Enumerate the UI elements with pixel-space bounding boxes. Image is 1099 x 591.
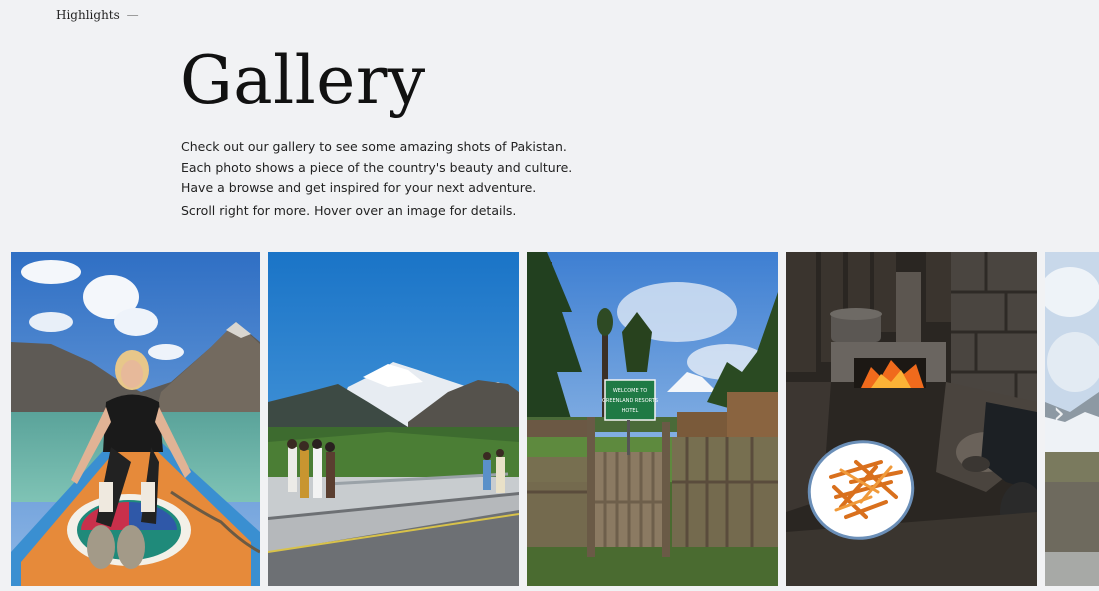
breadcrumb-separator: —	[126, 8, 139, 22]
page-title: Gallery	[180, 42, 426, 119]
gallery-strip[interactable]: WELCOME TO GREENLAND RESORTS HOTEL	[11, 252, 1099, 586]
gallery-image-hotel-gate[interactable]: WELCOME TO GREENLAND RESORTS HOTEL	[527, 252, 778, 586]
breadcrumb-label[interactable]: Highlights	[56, 8, 120, 22]
page-description: Check out our gallery to see some amazin…	[181, 139, 573, 195]
boat-lake-photo	[11, 252, 260, 586]
hotel-gate-photo: WELCOME TO GREENLAND RESORTS HOTEL	[527, 252, 778, 586]
svg-text:HOTEL: HOTEL	[622, 408, 639, 414]
gallery-image-boat-lake[interactable]	[11, 252, 260, 586]
svg-text:GREENLAND RESORTS: GREENLAND RESORTS	[602, 398, 658, 404]
gallery-image-stove-fries[interactable]	[786, 252, 1037, 586]
scroll-hint: Scroll right for more. Hover over an ima…	[181, 203, 517, 218]
stove-fries-photo	[786, 252, 1037, 586]
mountain-road-photo	[268, 252, 519, 586]
breadcrumb: Highlights —	[56, 8, 139, 22]
chevron-right-icon[interactable]: ›	[1046, 396, 1072, 431]
gallery-image-mountain-road[interactable]	[268, 252, 519, 586]
svg-text:WELCOME TO: WELCOME TO	[613, 388, 647, 394]
